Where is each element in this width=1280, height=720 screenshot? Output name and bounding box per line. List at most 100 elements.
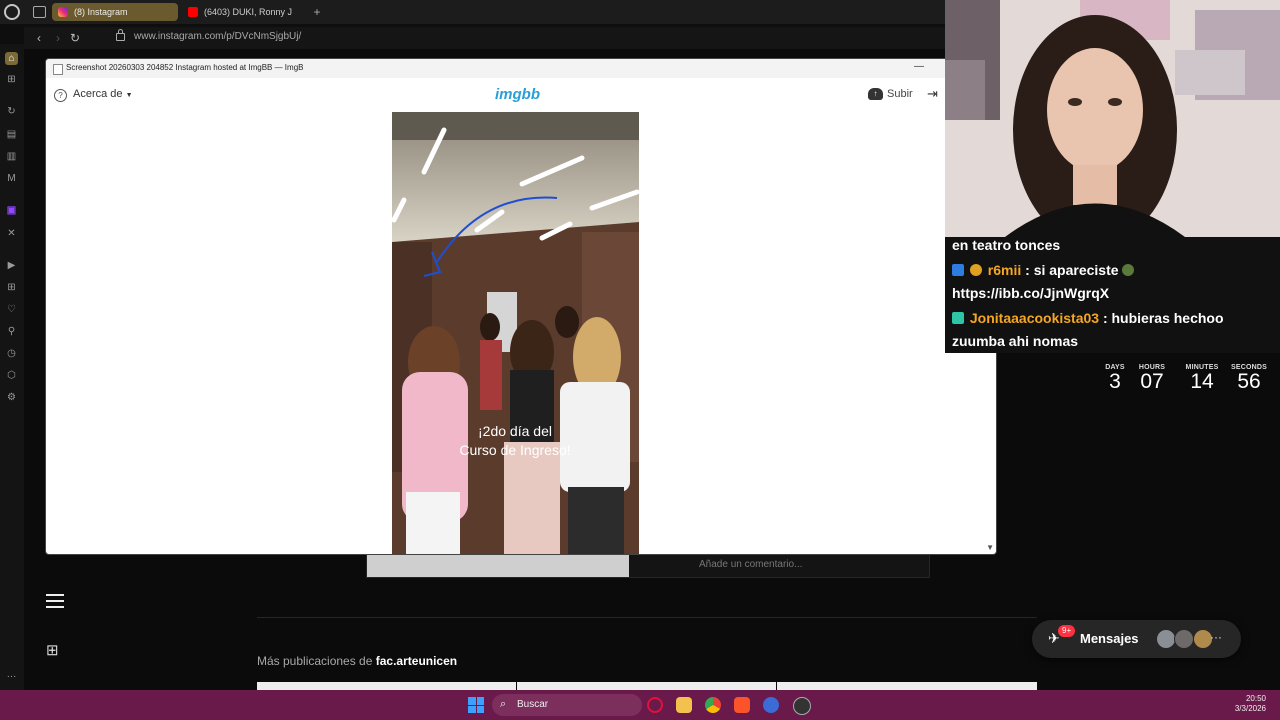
countdown-hours: HOURS 07 (1132, 364, 1172, 393)
countdown-value: 56 (1237, 370, 1261, 393)
clock-date: 3/3/2026 (1234, 704, 1266, 713)
address-bar: ‹ › ↻ www.instagram.com/p/DVcNmSjgbUj/ (24, 27, 945, 49)
more-dots-icon: ··· (1210, 630, 1222, 644)
more-icon[interactable]: … (5, 668, 18, 681)
taskbar: ⌕ Buscar 20:50 3/3/2026 (0, 690, 1280, 720)
divider (257, 617, 1037, 618)
shopping-icon[interactable]: ▤ (5, 128, 18, 141)
opera-gx-icon[interactable] (647, 697, 663, 713)
heart-icon[interactable]: ♡ (5, 303, 18, 316)
new-tab-icon[interactable]: + (310, 5, 324, 19)
image-caption-line-1: ¡2do día del (478, 423, 552, 439)
back-icon[interactable]: ‹ (32, 30, 46, 46)
chat-message: Jonitaaacookista03 : hubieras hechoo (952, 310, 1224, 326)
apps-icon[interactable]: ⊞ (5, 281, 18, 294)
system-clock[interactable]: 20:50 3/3/2026 (1235, 694, 1266, 714)
extensions-icon[interactable]: ⬡ (5, 369, 18, 382)
image-caption-line-2: Curso de Ingreso! (459, 442, 570, 458)
countdown-seconds: SECONDS 56 (1228, 364, 1270, 393)
tab-label: (8) Instagram (74, 7, 128, 17)
comment-input[interactable]: Añade un comentario... (699, 559, 802, 570)
scroll-down-icon[interactable]: ▼ (986, 543, 994, 552)
webcam-feed (945, 0, 1280, 237)
menu-icon[interactable] (46, 594, 64, 608)
gamepad-icon[interactable]: ⊞ (5, 73, 18, 86)
history-icon[interactable]: ◷ (5, 347, 18, 360)
chat-username[interactable]: r6mii (988, 262, 1021, 278)
upload-button[interactable]: Subir (887, 88, 913, 100)
player-icon[interactable]: ▶ (5, 259, 18, 272)
lock-icon (116, 29, 125, 41)
mail-icon[interactable]: M (5, 172, 18, 185)
browser-logo-icon[interactable] (4, 4, 20, 20)
ccleaner-icon[interactable] (763, 697, 779, 713)
help-icon[interactable]: ? (54, 89, 67, 102)
posts-grid-row (257, 682, 1037, 690)
tab-label: (6403) DUKI, Ronny J (204, 7, 293, 17)
stream-chat: en teatro tonces r6mii : si apareciste h… (945, 237, 1280, 353)
countdown-value: 3 (1109, 370, 1121, 393)
image-viewer[interactable]: ¡2do día del Curso de Ingreso! (392, 112, 639, 554)
refresh-icon[interactable]: ↻ (5, 105, 18, 118)
imgbb-logo[interactable]: imgbb (495, 86, 540, 103)
avatar (1174, 629, 1195, 649)
url-field[interactable]: www.instagram.com/p/DVcNmSjgbUj/ (134, 31, 301, 42)
twitch-icon[interactable]: ▣ (5, 204, 18, 217)
browser-sidebar: ⌂ ⊞ ↻ ▤ ▥ M ▣ ✕ ▶ ⊞ ♡ ⚲ ◷ ⬡ ⚙ … (0, 44, 24, 690)
hosted-photo: ¡2do día del Curso de Ingreso! (392, 112, 639, 554)
forward-icon[interactable]: › (51, 30, 65, 46)
brave-icon[interactable] (734, 697, 750, 713)
windows-start-icon[interactable] (468, 697, 484, 713)
avatar (1156, 629, 1176, 649)
tab-youtube[interactable]: (6403) DUKI, Ronny J (182, 3, 304, 21)
tab-instagram[interactable]: (8) Instagram (52, 3, 178, 21)
reload-icon[interactable]: ↻ (68, 30, 82, 46)
chat-message: en teatro tonces (952, 237, 1060, 253)
chrome-icon[interactable] (705, 697, 721, 713)
chat-badge-icon (969, 264, 982, 276)
wallet-icon[interactable]: ▥ (5, 150, 18, 163)
file-explorer-icon[interactable] (676, 697, 692, 713)
chat-badge-icon (952, 312, 964, 324)
message-avatars (1156, 629, 1213, 654)
more-options-icon[interactable]: ⊞ (46, 641, 64, 659)
obs-icon[interactable] (793, 697, 811, 715)
chat-text: : si apareciste (1025, 262, 1119, 278)
x-icon[interactable]: ✕ (5, 227, 18, 240)
home-icon[interactable]: ⌂ (5, 52, 18, 65)
countdown-value: 14 (1190, 370, 1214, 393)
minimize-button[interactable]: — (914, 61, 924, 72)
webcam-overlay (945, 0, 1280, 237)
countdown-minutes: MINUTES 14 (1177, 364, 1227, 393)
chat-text: en teatro tonces (952, 237, 1061, 253)
tab-list-icon[interactable] (33, 6, 46, 18)
messages-button[interactable]: ✈ 9+ Mensajes ··· (1032, 620, 1241, 658)
caret-down-icon: ▼ (125, 92, 133, 99)
imgbb-popup-window: Screenshot 20260303 204852 Instagram hos… (46, 59, 996, 554)
about-menu-label: Acerca de (73, 88, 123, 100)
chat-text: : hubieras hechoo (1102, 310, 1224, 326)
chat-username[interactable]: Jonitaaacookista03 (970, 310, 1099, 326)
search-label: Buscar (517, 699, 549, 710)
about-menu[interactable]: Acerca de ▼ (73, 88, 133, 100)
profile-link[interactable]: fac.arteunicen (376, 654, 457, 668)
messages-badge: 9+ (1058, 625, 1076, 637)
more-posts-prefix: Más publicaciones de (257, 654, 373, 668)
emote-icon (1122, 264, 1135, 276)
more-posts-heading: Más publicaciones de fac.arteunicen (257, 654, 457, 668)
messages-label: Mensajes (1080, 631, 1139, 646)
popup-title: Screenshot 20260303 204852 Instagram hos… (66, 63, 304, 72)
sign-in-icon[interactable]: ⇥ (927, 86, 938, 102)
settings-icon[interactable]: ⚙ (5, 391, 18, 404)
browser-tab-bar: (8) Instagram (6403) DUKI, Ronny J + (0, 0, 945, 24)
cloud-upload-icon[interactable]: ↑ (868, 88, 883, 100)
chat-text: zuumba ahi nomas (952, 333, 1079, 349)
clock-time: 20:50 (1245, 694, 1266, 703)
pin-icon[interactable]: ⚲ (5, 325, 18, 338)
popup-titlebar: Screenshot 20260303 204852 Instagram hos… (46, 59, 996, 79)
chat-badge-icon (952, 264, 964, 276)
post-bottom-strip: Añade un comentario... (366, 554, 930, 578)
taskbar-search[interactable]: ⌕ Buscar (492, 694, 642, 716)
countdown-days: DAYS 3 (1095, 364, 1135, 393)
chat-link[interactable]: https://ibb.co/JjnWgrqX (952, 285, 1109, 301)
